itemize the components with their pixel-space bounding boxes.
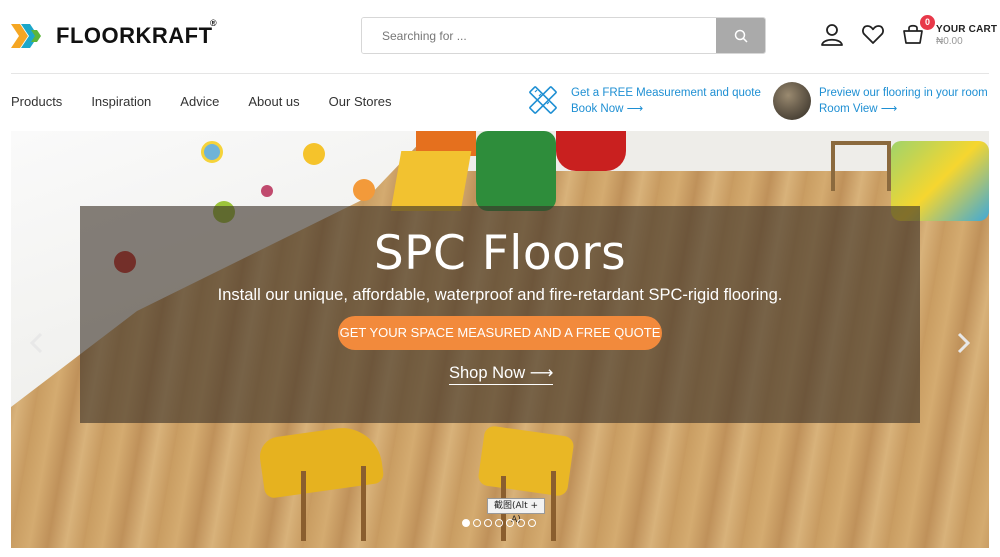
book-now-link[interactable]: Book Now ⟶ [571, 101, 643, 115]
hero-photo-chair-leg [551, 471, 556, 541]
hero-caption-panel: SPC Floors Install our unique, affordabl… [80, 206, 920, 423]
nav-item-products[interactable]: Products [11, 94, 62, 109]
slider-dot[interactable] [495, 519, 503, 527]
hero-photo-toy-block [476, 131, 556, 211]
promo-measurement-title: Get a FREE Measurement and quote [571, 87, 761, 99]
ruler-pencil-icon [529, 86, 557, 114]
slider-dot[interactable] [506, 519, 514, 527]
nav-item-advice[interactable]: Advice [180, 94, 219, 109]
hero-photo-wall-sticker [201, 141, 223, 163]
slider-dot[interactable] [473, 519, 481, 527]
hero-photo-wall-sticker [303, 143, 325, 165]
heart-icon[interactable] [861, 22, 885, 46]
nav-item-about-us[interactable]: About us [248, 94, 299, 109]
registered-mark: ® [210, 18, 217, 28]
promo-preview-title: Preview our flooring in your room [819, 87, 988, 99]
hero-photo-yellow-chair [477, 425, 575, 497]
hero-subtitle: Install our unique, affordable, waterpro… [217, 286, 783, 304]
slider-pagination [462, 519, 539, 527]
slider-dot[interactable] [462, 519, 470, 527]
brand-logo[interactable]: FLOORKRAFT ® [11, 18, 217, 50]
nav-item-inspiration[interactable]: Inspiration [91, 94, 151, 109]
nav-item-our-stores[interactable]: Our Stores [329, 94, 392, 109]
cart-widget[interactable]: 0 YOUR CART ₦0.00 [902, 15, 997, 52]
free-quote-button[interactable]: GET YOUR SPACE MEASURED AND A FREE QUOTE [338, 316, 662, 350]
chevron-left-icon[interactable] [27, 331, 47, 355]
room-preview-thumbnail [773, 82, 811, 120]
shop-now-link[interactable]: Shop Now ⟶ [449, 363, 554, 385]
hero-title: SPC Floors [373, 226, 627, 281]
hero-photo-chair [831, 141, 891, 191]
header-divider [11, 73, 989, 74]
site-header: FLOORKRAFT ® 0 YOUR CART ₦0.00 [0, 0, 1000, 74]
hero-photo-toy-block [390, 151, 472, 211]
hero-photo-toy-block [556, 131, 626, 171]
chevron-right-icon[interactable] [953, 331, 973, 355]
room-view-link[interactable]: Room View ⟶ [819, 101, 897, 115]
slider-dot[interactable] [484, 519, 492, 527]
logo-chevrons-icon [11, 24, 41, 48]
cart-total: ₦0.00 [936, 36, 963, 47]
screenshot-tooltip: 截图(Alt + A) [487, 498, 545, 525]
search-icon [734, 29, 748, 43]
search-button[interactable] [716, 18, 765, 53]
hero-photo-chair-leg [361, 466, 366, 541]
search-bar [361, 17, 766, 54]
slider-dot[interactable] [528, 519, 536, 527]
hero-photo-wall-sticker [353, 179, 375, 201]
user-icon[interactable] [820, 22, 844, 46]
search-input[interactable] [362, 18, 716, 53]
hero-photo-wall-sticker [261, 185, 273, 197]
cart-count-badge: 0 [920, 15, 935, 30]
main-nav: Products Inspiration Advice About us Our… [11, 94, 421, 109]
cart-label: YOUR CART [936, 24, 998, 35]
hero-slider: SPC Floors Install our unique, affordabl… [11, 131, 989, 548]
slider-dot[interactable] [517, 519, 525, 527]
hero-photo-chair-leg [301, 471, 306, 541]
brand-name: FLOORKRAFT [56, 23, 213, 48]
